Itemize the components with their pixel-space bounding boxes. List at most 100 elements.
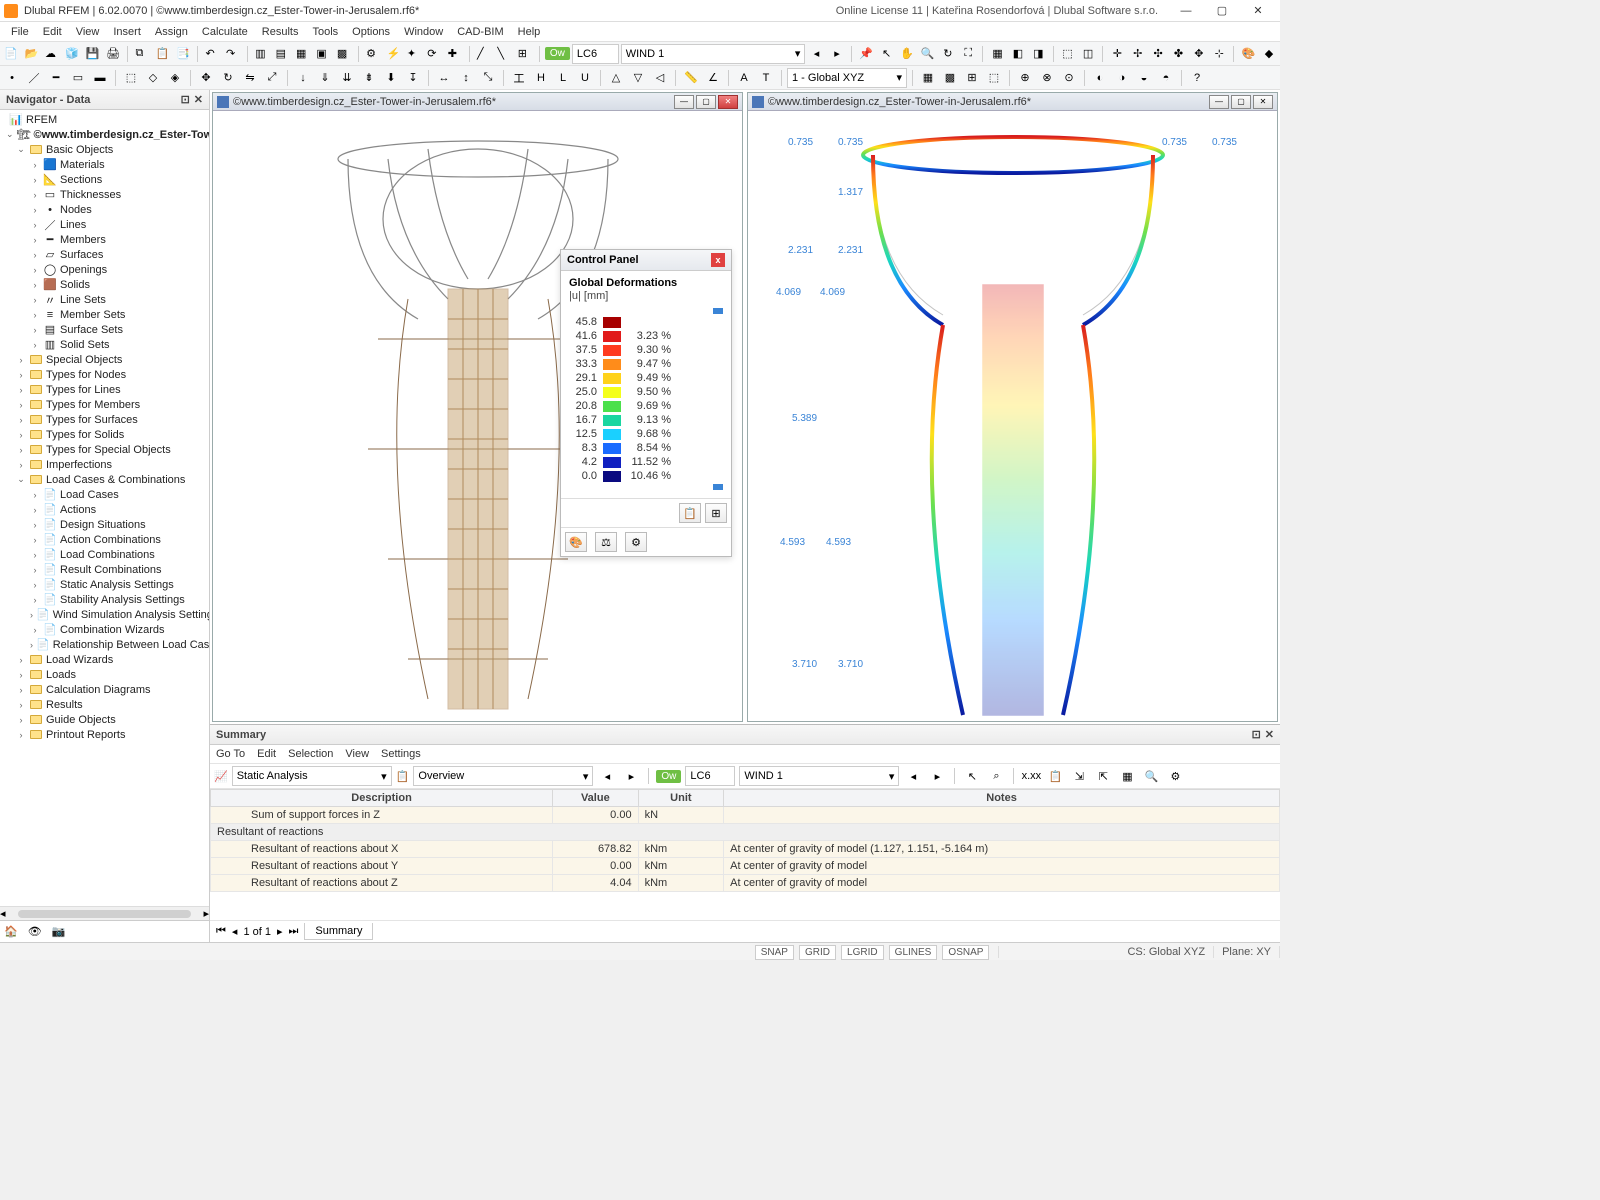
sm-lc-next[interactable]: ▸ <box>927 766 947 786</box>
doc-icon[interactable]: 📑 <box>174 44 192 64</box>
tree-item[interactable]: ›📄Load Combinations <box>2 547 209 562</box>
cp-tab-scale-icon[interactable]: ⚖ <box>595 532 617 552</box>
persp-icon[interactable]: ◫ <box>1079 44 1097 64</box>
vp-close-icon[interactable]: ✕ <box>1253 95 1273 109</box>
cloud-icon[interactable]: ☁ <box>43 44 61 64</box>
cursor-icon[interactable]: ↖ <box>877 44 895 64</box>
summary-pin-icon[interactable]: ⊡ <box>1252 728 1261 741</box>
sel2-icon[interactable]: ◇ <box>143 68 163 88</box>
tree-loadcases[interactable]: ⌄Load Cases & Combinations <box>2 472 209 487</box>
summary-close-icon[interactable]: ✕ <box>1265 728 1274 741</box>
sm-clip-icon[interactable]: 📋 <box>1045 766 1065 786</box>
zoom-icon[interactable]: 🔍 <box>918 44 936 64</box>
loadcase-code[interactable]: LC6 <box>572 44 619 64</box>
sm-edit[interactable]: Edit <box>257 748 276 760</box>
sm-settings[interactable]: Settings <box>381 748 421 760</box>
tree-item[interactable]: ›🟫Solids <box>2 277 209 292</box>
redo-icon[interactable]: ↷ <box>224 44 242 64</box>
sm-next-icon[interactable]: ▸ <box>621 766 641 786</box>
save-icon[interactable]: 💾 <box>84 44 102 64</box>
tree-item[interactable]: ›▥Solid Sets <box>2 337 209 352</box>
sm-lc-code[interactable]: LC6 <box>685 766 735 786</box>
dim1-icon[interactable]: ↔ <box>434 68 454 88</box>
calc2-icon[interactable]: ⚡ <box>384 44 402 64</box>
menu-results[interactable]: Results <box>255 24 306 40</box>
viewport-left[interactable]: ©www.timberdesign.cz_Ester-Tower-in-Jeru… <box>212 92 743 722</box>
dim3-icon[interactable]: ⤡ <box>478 68 498 88</box>
undo-icon[interactable]: ↶ <box>203 44 221 64</box>
tree-item[interactable]: ›📐Sections <box>2 172 209 187</box>
mesh-icon[interactable]: ▦ <box>988 44 1006 64</box>
vp-close-icon[interactable]: ✕ <box>718 95 738 109</box>
hand-icon[interactable]: ✋ <box>898 44 916 64</box>
color-icon[interactable]: 🎨 <box>1239 44 1257 64</box>
support2-icon[interactable]: ▽ <box>628 68 648 88</box>
sm-exp2-icon[interactable]: ⇱ <box>1093 766 1113 786</box>
snap1-icon[interactable]: ⊕ <box>1015 68 1035 88</box>
view2-icon[interactable]: ◑ <box>1112 68 1132 88</box>
nav-home-icon[interactable]: 🏠 <box>4 925 18 938</box>
wire2-icon[interactable]: ╲ <box>495 44 513 64</box>
toggle-lgrid[interactable]: LGRID <box>841 945 884 960</box>
cp-tab-colors-icon[interactable]: 🎨 <box>565 532 587 552</box>
txt2-icon[interactable]: T <box>756 68 776 88</box>
angle-icon[interactable]: ∠ <box>703 68 723 88</box>
sm-goto[interactable]: Go To <box>216 748 245 760</box>
tree-item[interactable]: ›Types for Solids <box>2 427 209 442</box>
tree-item[interactable]: ›Results <box>2 697 209 712</box>
calc-icon[interactable]: ⚙ <box>364 44 382 64</box>
load2-icon[interactable]: ⇓ <box>315 68 335 88</box>
menu-options[interactable]: Options <box>345 24 397 40</box>
view1-icon[interactable]: ◐ <box>1090 68 1110 88</box>
sm-lc-prev[interactable]: ◂ <box>903 766 923 786</box>
sm-cfg-icon[interactable]: ⚙ <box>1165 766 1185 786</box>
tree-item[interactable]: ›Calculation Diagrams <box>2 682 209 697</box>
tree-project[interactable]: ⌄🏗©www.timberdesign.cz_Ester-Tower-in-Je… <box>2 127 209 142</box>
sm-exp-icon[interactable]: ⇲ <box>1069 766 1089 786</box>
sec1-icon[interactable]: 工 <box>509 68 529 88</box>
support1-icon[interactable]: △ <box>606 68 626 88</box>
col-notes[interactable]: Notes <box>724 790 1280 807</box>
axis2-icon[interactable]: ✢ <box>1129 44 1147 64</box>
cp-slider-bot[interactable] <box>713 484 723 490</box>
tree-item[interactable]: ›Special Objects <box>2 352 209 367</box>
vp-max-icon[interactable]: ▢ <box>1231 95 1251 109</box>
tree-item[interactable]: ›〃Line Sets <box>2 292 209 307</box>
control-panel-header[interactable]: Control Panel x <box>561 250 731 271</box>
menu-view[interactable]: View <box>69 24 107 40</box>
cp-slider-top[interactable] <box>713 308 723 314</box>
col-value[interactable]: Value <box>553 790 639 807</box>
toggle-grid[interactable]: GRID <box>799 945 836 960</box>
tree-item[interactable]: ›◯Openings <box>2 262 209 277</box>
nav-eye-icon[interactable]: 👁 <box>28 925 42 938</box>
block-icon[interactable]: 🧊 <box>63 44 81 64</box>
color2-icon[interactable]: ◆ <box>1260 44 1278 64</box>
solid-icon[interactable]: ◧ <box>1009 44 1027 64</box>
panel1-icon[interactable]: ▥ <box>253 44 271 64</box>
navigator-tree[interactable]: 📊RFEM ⌄🏗©www.timberdesign.cz_Ester-Tower… <box>0 110 209 906</box>
open-icon[interactable]: 📂 <box>22 44 40 64</box>
wire1-icon[interactable]: ╱ <box>475 44 493 64</box>
tree-item[interactable]: ›📄Load Cases <box>2 487 209 502</box>
cp-tab-settings-icon[interactable]: ⚙ <box>625 532 647 552</box>
tree-item[interactable]: ›／Lines <box>2 217 209 232</box>
cp-copy-icon[interactable]: 📋 <box>679 503 701 523</box>
sm-analysis-select[interactable]: Static Analysis▾ <box>232 766 392 786</box>
measure-icon[interactable]: 📏 <box>681 68 701 88</box>
member-icon[interactable]: ━ <box>46 68 66 88</box>
tree-root[interactable]: 📊RFEM <box>2 112 209 127</box>
menu-calculate[interactable]: Calculate <box>195 24 255 40</box>
menu-cadbim[interactable]: CAD-BIM <box>450 24 510 40</box>
sm-lc-badge[interactable]: Ow <box>656 770 681 783</box>
menu-edit[interactable]: Edit <box>36 24 69 40</box>
snap3-icon[interactable]: ⊙ <box>1059 68 1079 88</box>
mirror-icon[interactable]: ⇋ <box>240 68 260 88</box>
menu-tools[interactable]: Tools <box>305 24 345 40</box>
cp-expand-icon[interactable]: ⊞ <box>705 503 727 523</box>
rotate-icon[interactable]: ↻ <box>218 68 238 88</box>
sec4-icon[interactable]: U <box>575 68 595 88</box>
snap2-icon[interactable]: ⊗ <box>1037 68 1057 88</box>
tree-basic[interactable]: ⌄Basic Objects <box>2 142 209 157</box>
nav-cam-icon[interactable]: 📷 <box>52 925 66 938</box>
menu-window[interactable]: Window <box>397 24 450 40</box>
